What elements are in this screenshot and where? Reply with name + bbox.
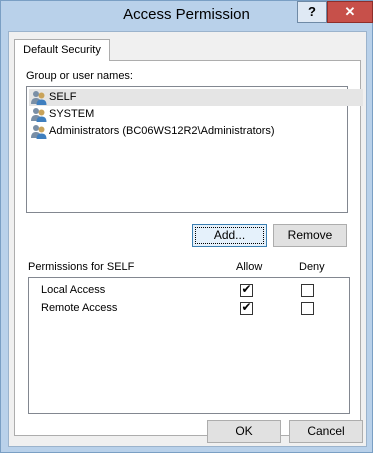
permission-name: Remote Access (41, 302, 118, 314)
deny-column-header: Deny (299, 261, 325, 273)
cancel-button[interactable]: Cancel (289, 420, 363, 443)
default-security-panel: Group or user names: SELF SYSTEM Adminis… (14, 60, 363, 436)
remove-button[interactable]: Remove (273, 224, 347, 247)
allow-checkbox-remote-access[interactable]: ✔ (240, 300, 253, 315)
list-item-system[interactable]: SYSTEM (29, 106, 94, 123)
close-button[interactable]: ✕ (327, 1, 373, 23)
user-group-icon (31, 108, 47, 122)
permissions-label: Permissions for SELF (28, 261, 135, 273)
checkmark-icon: ✔ (241, 300, 252, 314)
user-group-icon (31, 91, 47, 105)
checkmark-icon: ✔ (241, 282, 252, 296)
allow-checkbox-local-access[interactable]: ✔ (240, 282, 253, 297)
deny-checkbox-remote-access[interactable] (301, 302, 314, 315)
list-item-label: SYSTEM (49, 108, 95, 120)
permission-row-remote-access: Remote Access ✔ (29, 300, 347, 317)
list-item-administrators[interactable]: Administrators (BC06WS12R2\Administrator… (29, 123, 275, 140)
permissions-list[interactable]: Local Access ✔ Remote Access ✔ (28, 277, 350, 414)
list-item-self[interactable]: SELF (29, 89, 363, 106)
permission-row-local-access: Local Access ✔ (29, 282, 347, 299)
allow-column-header: Allow (236, 261, 263, 273)
help-button[interactable]: ? (297, 1, 327, 23)
user-group-icon (31, 125, 47, 139)
title-bar[interactable]: Access Permission ? ✕ (1, 1, 373, 31)
ok-button[interactable]: OK (207, 420, 281, 443)
dialog-body: Default Security Group or user names: SE… (8, 31, 367, 447)
group-user-list[interactable]: SELF SYSTEM Administrators (BC06WS12R2\A… (26, 86, 363, 213)
focus-rectangle (195, 227, 264, 244)
access-permission-dialog: Access Permission ? ✕ Default Security G… (0, 0, 373, 453)
add-button[interactable]: Add... (192, 224, 267, 247)
list-item-label: Administrators (BC06WS12R2\Administrator… (49, 125, 275, 137)
group-or-user-names-label: Group or user names: (26, 70, 133, 82)
permission-name: Local Access (41, 284, 106, 296)
tab-default-security[interactable]: Default Security (14, 39, 110, 61)
deny-checkbox-local-access[interactable] (301, 284, 314, 297)
list-item-label: SELF (49, 91, 77, 103)
